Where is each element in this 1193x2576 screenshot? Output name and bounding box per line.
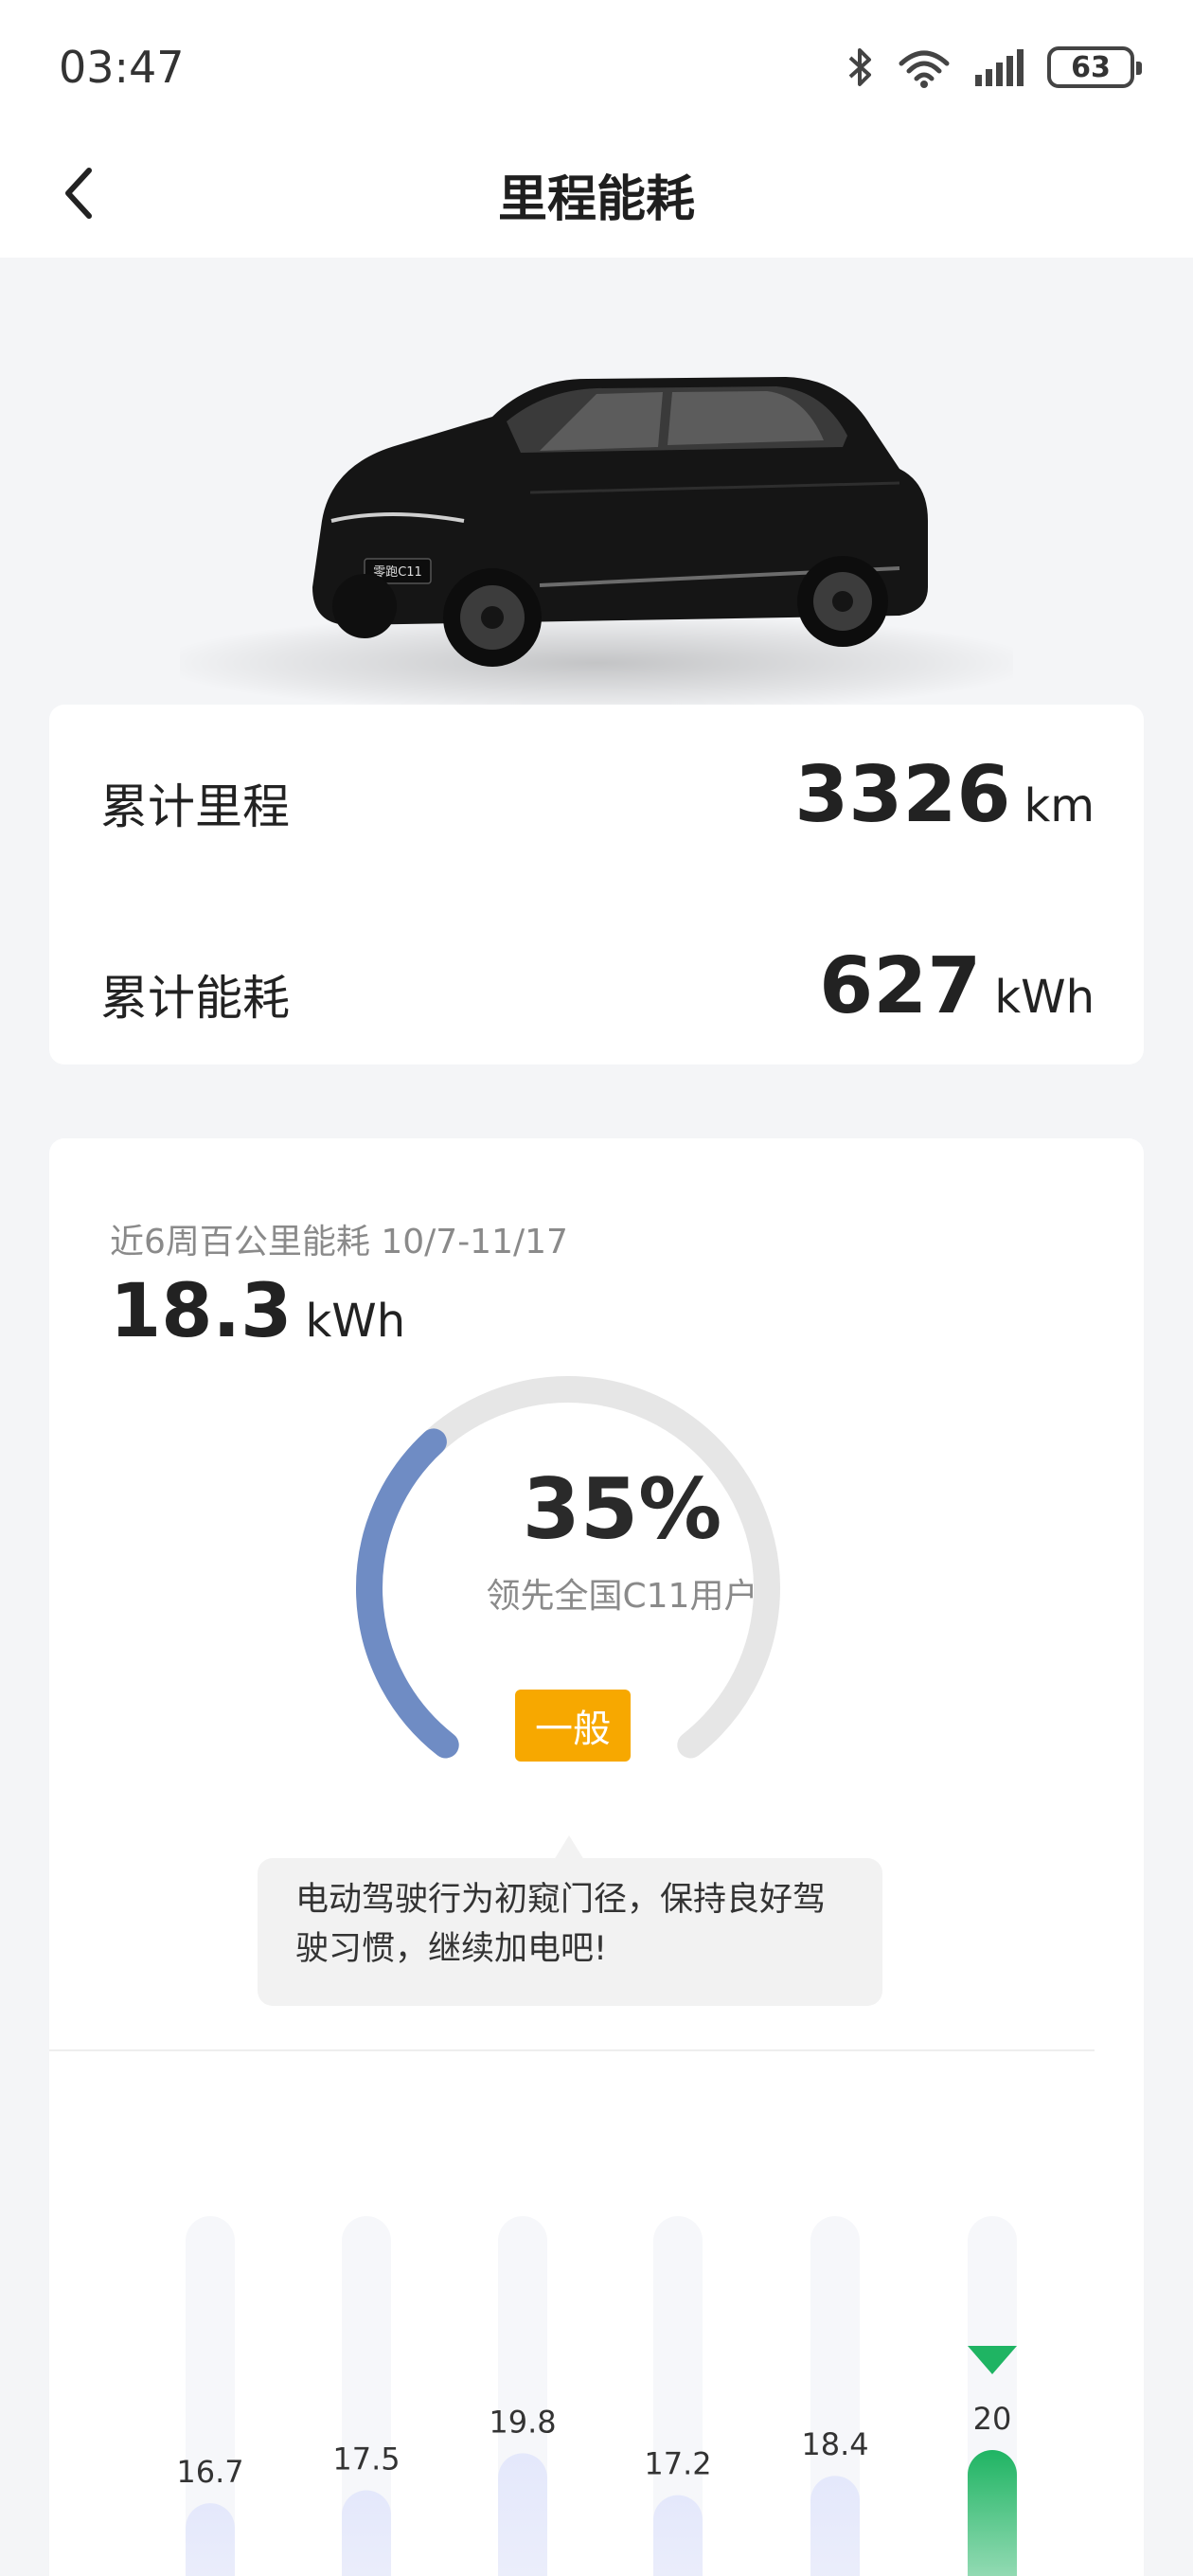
tip-arrow <box>554 1835 584 1860</box>
car-plate: 零跑C11 <box>373 565 422 580</box>
tip-message: 电动驾驶行为初窥门径，保持良好驾驶习惯，继续加电吧! <box>258 1858 882 2006</box>
bar-value-label: 16.7 <box>176 2454 243 2490</box>
status-icons: 63 <box>846 44 1142 91</box>
bar-chart-svg: 16.7 17.5 19.8 17.2 18.4 20 <box>176 2216 1017 2576</box>
bar-1 <box>186 2503 235 2576</box>
mileage-number: 3326 <box>794 750 1011 840</box>
energy-unit: kWh <box>994 971 1095 1024</box>
mileage-value: 3326 km <box>794 750 1095 840</box>
energy-label: 累计能耗 <box>100 971 290 1026</box>
bar-4 <box>653 2495 703 2576</box>
mileage-unit: km <box>1024 779 1095 832</box>
weekly-bar-chart: 16.7 17.5 19.8 17.2 18.4 20 <box>49 2085 1144 2576</box>
gauge-caption: 领先全国C11用户 <box>486 1577 758 1616</box>
divider <box>49 2049 1095 2051</box>
page-title: 里程能耗 <box>497 171 695 228</box>
bluetooth-icon <box>846 46 875 88</box>
bar-6 <box>968 2450 1017 2576</box>
bar-value-label: 19.8 <box>489 2404 556 2440</box>
stat-row-energy: 累计能耗 627 kWh <box>49 913 1144 1055</box>
nav-bar: 里程能耗 <box>0 133 1193 258</box>
car-image: 零跑C11 <box>180 284 1013 710</box>
efficiency-card: 近6周百公里能耗 10/7-11/17 18.3 kWh 35% 领先全国C11… <box>49 1138 1144 2576</box>
bar-value-label: 17.2 <box>644 2446 711 2482</box>
battery-icon: 63 <box>1047 46 1142 88</box>
bar-5 <box>810 2476 860 2576</box>
bar-value-label: 20 <box>973 2401 1012 2437</box>
mileage-label: 累计里程 <box>100 779 290 834</box>
status-bar: 03:47 63 <box>0 0 1193 133</box>
stats-card: 累计里程 3326 km 累计能耗 627 kWh <box>49 705 1144 1064</box>
gauge-percent: 35% <box>522 1460 722 1558</box>
bar-value-label: 17.5 <box>332 2442 400 2478</box>
rating-badge: 一般 <box>515 1690 631 1762</box>
bar-3 <box>498 2453 547 2576</box>
bar-value-label: 18.4 <box>801 2426 868 2462</box>
stat-row-mileage: 累计里程 3326 km <box>49 722 1144 864</box>
wifi-icon <box>898 46 951 88</box>
bar-2 <box>342 2490 391 2576</box>
status-time: 03:47 <box>59 42 185 93</box>
signal-icon <box>973 46 1024 88</box>
energy-number: 627 <box>819 941 982 1031</box>
energy-value: 627 kWh <box>819 941 1095 1031</box>
